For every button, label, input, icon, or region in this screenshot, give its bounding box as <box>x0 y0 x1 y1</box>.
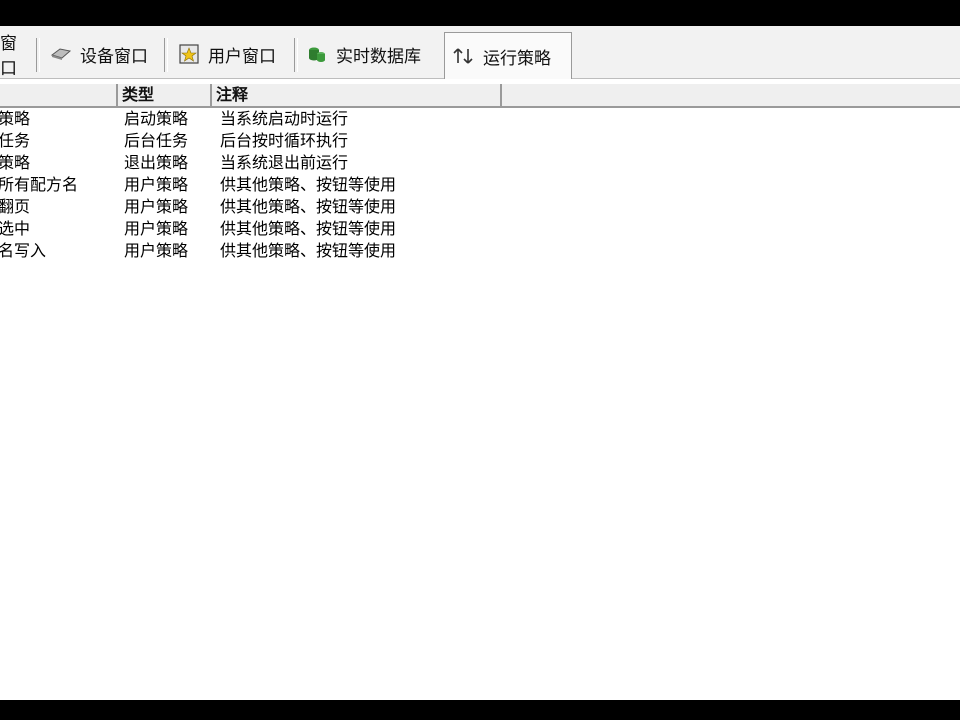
strategy-type: 用户策略 <box>124 175 189 194</box>
table-row[interactable]: 策略 退出策略 当系统退出前运行 <box>0 152 960 174</box>
strategy-note: 供其他策略、按钮等使用 <box>220 241 397 260</box>
table-row[interactable]: 翻页 用户策略 供其他策略、按钮等使用 <box>0 196 960 218</box>
database-icon <box>306 43 328 65</box>
column-header-type[interactable]: 类型 <box>118 84 212 106</box>
tab-label: 设备窗口 <box>80 46 148 67</box>
strategy-table-header: 类型 注释 <box>0 84 960 108</box>
strategy-note: 供其他策略、按钮等使用 <box>220 197 397 216</box>
tab-run-strategy[interactable]: 运行策略 <box>444 32 572 79</box>
tab-main-window[interactable]: 窗口 <box>0 34 40 79</box>
strategy-note: 供其他策略、按钮等使用 <box>220 175 397 194</box>
strategy-name: 翻页 <box>0 197 31 216</box>
tab-label: 用户窗口 <box>208 46 276 67</box>
tab-user-window[interactable]: 用户窗口 <box>170 34 298 74</box>
strategy-type: 用户策略 <box>124 197 189 216</box>
strategy-name: 策略 <box>0 109 31 128</box>
table-row[interactable]: 所有配方名 用户策略 供其他策略、按钮等使用 <box>0 174 960 196</box>
column-header-note[interactable]: 注释 <box>212 84 502 106</box>
table-row[interactable]: 选中 用户策略 供其他策略、按钮等使用 <box>0 218 960 240</box>
tab-label: 窗口 <box>0 34 17 79</box>
strategy-note: 当系统退出前运行 <box>220 153 349 172</box>
tab-bar: 窗口 设备窗口 用户窗口 实时数据库 运行策略 <box>0 26 960 79</box>
strategy-type: 退出策略 <box>124 153 189 172</box>
table-row[interactable]: 策略 启动策略 当系统启动时运行 <box>0 108 960 130</box>
tab-device-window[interactable]: 设备窗口 <box>42 34 168 74</box>
strategy-note: 供其他策略、按钮等使用 <box>220 219 397 238</box>
strategy-type: 后台任务 <box>124 131 189 150</box>
strategy-name: 所有配方名 <box>0 175 79 194</box>
strategy-table-body: 策略 启动策略 当系统启动时运行 任务 后台任务 后台按时循环执行 策略 退出策… <box>0 108 960 262</box>
strategy-name: 选中 <box>0 219 31 238</box>
workbench-window: 窗口 设备窗口 用户窗口 实时数据库 运行策略 类型 注释 策略 启动策略 当系… <box>0 26 960 700</box>
tab-realtime-database[interactable]: 实时数据库 <box>298 34 444 74</box>
column-header-name[interactable] <box>0 84 118 106</box>
strategy-note: 当系统启动时运行 <box>220 109 349 128</box>
strategy-type: 用户策略 <box>124 241 189 260</box>
strategy-name: 任务 <box>0 131 31 150</box>
strategy-type: 启动策略 <box>124 109 189 128</box>
device-icon <box>50 43 72 65</box>
strategy-name: 名写入 <box>0 241 47 260</box>
tab-label: 实时数据库 <box>336 46 421 67</box>
strategy-note: 后台按时循环执行 <box>220 131 349 150</box>
table-row[interactable]: 名写入 用户策略 供其他策略、按钮等使用 <box>0 240 960 262</box>
strategy-type: 用户策略 <box>124 219 189 238</box>
tab-label: 运行策略 <box>483 48 551 69</box>
table-row[interactable]: 任务 后台任务 后台按时循环执行 <box>0 130 960 152</box>
strategy-name: 策略 <box>0 153 31 172</box>
strategy-icon <box>453 45 475 67</box>
user-window-icon <box>178 43 200 65</box>
